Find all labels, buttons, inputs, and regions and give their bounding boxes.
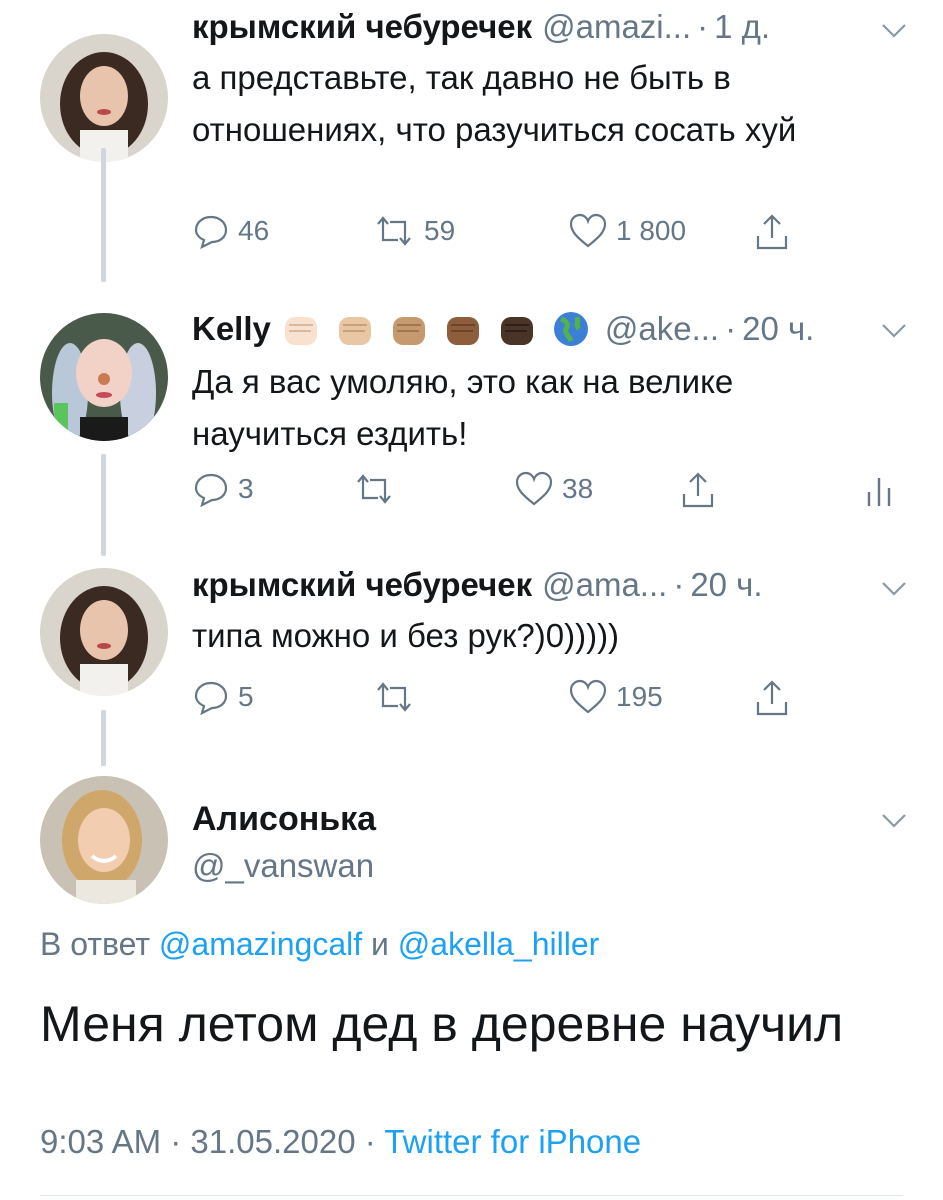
share-icon <box>756 214 788 250</box>
separator-dot: · <box>170 1123 191 1160</box>
share-button[interactable] <box>680 470 716 510</box>
chevron-down-icon[interactable] <box>879 574 909 604</box>
reply-count: 46 <box>238 215 270 246</box>
tweet-text: типа можно и без рук?)0))))) <box>192 617 620 654</box>
tweet-text: а представьте, так давно не быть в отнош… <box>192 59 797 148</box>
like-button[interactable]: 38 <box>514 470 593 508</box>
tweet-actions: 3 38 <box>192 470 913 516</box>
divider <box>40 1195 903 1196</box>
raised-fist-medium-dark-icon <box>446 317 479 345</box>
tweet-date[interactable]: 31.05.2020 <box>190 1123 355 1160</box>
retweet-icon <box>357 474 391 504</box>
heart-icon <box>569 213 607 248</box>
separator-dot: · <box>697 8 709 45</box>
woman-dark-hair-avatar-icon <box>40 568 168 696</box>
user-handle[interactable]: @amazi... <box>542 8 691 46</box>
like-button[interactable]: 195 <box>568 678 663 716</box>
avatar[interactable] <box>40 776 168 904</box>
reply-icon <box>194 473 228 508</box>
tweet-header: крымский чебуречек @amazi... · 1 д. <box>192 2 913 52</box>
tweet-time[interactable]: 1 д. <box>714 8 770 46</box>
avatar[interactable] <box>40 34 168 162</box>
separator-dot: · <box>364 1123 385 1160</box>
reply-mention-link[interactable]: @akella_hiller <box>398 926 599 962</box>
woman-dark-hair-avatar-icon <box>40 34 168 162</box>
retweet-button[interactable] <box>372 678 416 716</box>
like-button[interactable]: 1 800 <box>568 212 686 250</box>
heart-icon <box>515 471 553 506</box>
raised-fist-light-icon <box>284 317 317 345</box>
reply-icon <box>194 215 228 250</box>
chevron-down-icon[interactable] <box>879 316 909 346</box>
retweet-button[interactable]: 59 <box>372 212 455 250</box>
tweet-time[interactable]: 9:03 AM <box>40 1123 161 1160</box>
like-count: 38 <box>562 473 594 504</box>
like-count: 195 <box>616 681 663 712</box>
retweet-count: 59 <box>424 215 456 246</box>
reply-conjunction: и <box>371 926 389 962</box>
reply-count: 5 <box>238 681 254 712</box>
reply-icon <box>194 681 228 716</box>
user-handle[interactable]: @ama... <box>542 566 667 604</box>
blonde-woman-smiling-avatar-icon <box>40 776 168 904</box>
thread-connector-line <box>101 148 106 282</box>
tweet-actions: 46 59 1 800 <box>192 212 913 258</box>
heart-icon <box>569 679 607 714</box>
tweet-header: Kelly @ake... · 20 ч. <box>192 304 913 354</box>
thread-connector-line <box>101 454 106 556</box>
retweet-icon <box>377 682 411 712</box>
reply-prefix: В ответ <box>40 926 151 962</box>
analytics-button[interactable] <box>864 470 894 510</box>
display-name[interactable]: Kelly <box>192 310 271 348</box>
separator-dot: · <box>725 310 737 347</box>
analytics-icon <box>867 478 891 506</box>
tweet-actions: 5 195 <box>192 678 913 724</box>
tweet-text: Да я вас умоляю, это как на велике научи… <box>192 363 734 452</box>
globe-americas-icon <box>553 312 588 346</box>
tweet-text: Меня летом дед в деревне научил <box>40 996 844 1052</box>
chevron-down-icon[interactable] <box>879 16 909 46</box>
thread-connector-line <box>101 710 106 766</box>
chevron-down-icon[interactable] <box>879 806 909 836</box>
tweet-thread-page: крымский чебуречек @amazi... · 1 д. а пр… <box>0 0 943 1200</box>
raised-fist-medium-light-icon <box>338 317 371 345</box>
like-count: 1 800 <box>616 215 687 246</box>
tweet-time[interactable]: 20 ч. <box>690 566 762 604</box>
retweet-button[interactable] <box>352 470 396 508</box>
share-icon <box>756 680 788 716</box>
separator-dot: · <box>673 566 685 603</box>
avatar[interactable] <box>40 568 168 696</box>
share-button[interactable] <box>754 212 790 252</box>
display-name[interactable]: Алисонька <box>192 800 376 839</box>
raised-fist-medium-icon <box>392 317 425 345</box>
retweet-icon <box>377 216 411 246</box>
reply-button[interactable]: 5 <box>192 678 254 716</box>
tweet-time[interactable]: 20 ч. <box>742 310 814 348</box>
reply-button[interactable]: 46 <box>192 212 269 250</box>
display-name[interactable]: крымский чебуречек <box>192 566 532 604</box>
share-button[interactable] <box>754 678 790 718</box>
user-handle[interactable]: @ake... <box>605 310 719 348</box>
user-handle[interactable]: @_vanswan <box>192 847 374 885</box>
reply-context: В ответ @amazingcalf и @akella_hiller <box>40 926 599 963</box>
tweet-header: крымский чебуречек @ama... · 20 ч. <box>192 560 913 610</box>
display-name[interactable]: крымский чебуречек <box>192 8 532 46</box>
raised-fist-dark-icon <box>500 317 533 345</box>
reply-button[interactable]: 3 <box>192 470 254 508</box>
share-icon <box>682 472 714 508</box>
reply-count: 3 <box>238 473 254 504</box>
tweet-meta: 9:03 AM · 31.05.2020 · Twitter for iPhon… <box>40 1123 641 1161</box>
tweet-source-link[interactable]: Twitter for iPhone <box>384 1123 641 1160</box>
reply-mention-link[interactable]: @amazingcalf <box>159 926 362 962</box>
girl-clown-makeup-avatar-icon <box>40 313 168 441</box>
avatar[interactable] <box>40 313 168 441</box>
